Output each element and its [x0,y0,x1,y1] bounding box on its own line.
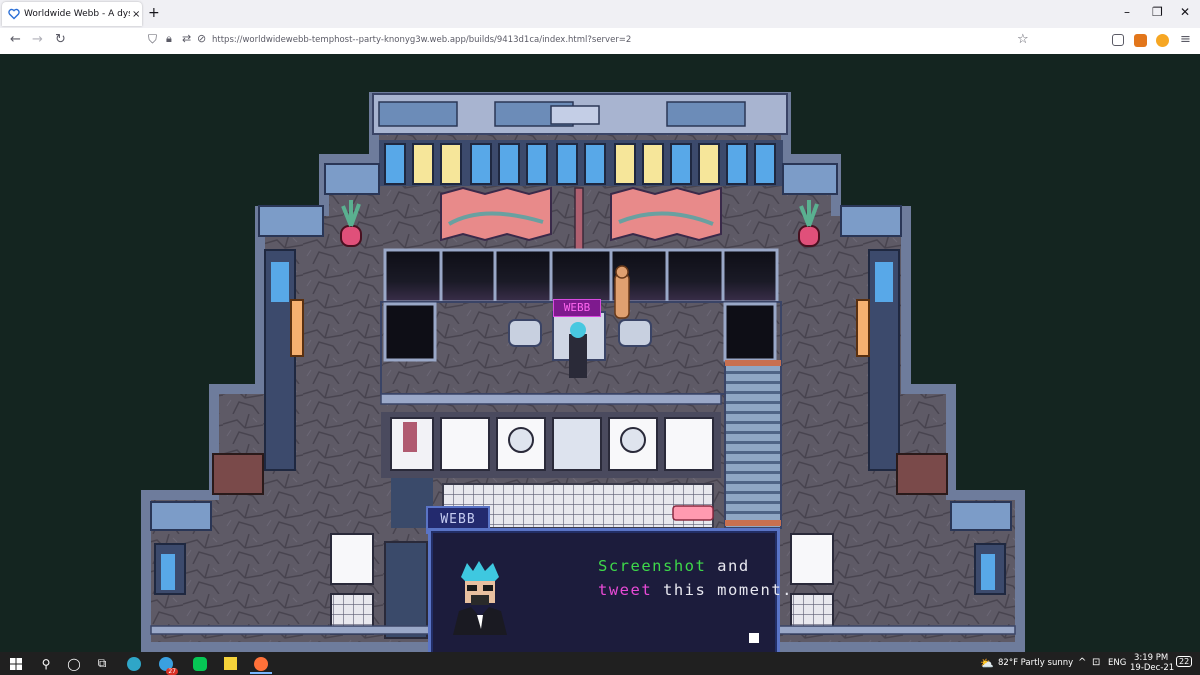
dialogue-line-2: tweet this moment. [533,563,793,617]
line-app-icon[interactable] [190,655,210,672]
weather-icon[interactable]: ⛅ [980,657,994,670]
close-window-icon[interactable]: ✕ [1180,5,1190,19]
clock-time[interactable]: 3:19 PM [1134,653,1168,663]
app-icon-with-badge[interactable]: 27 [156,655,178,675]
weather-text[interactable]: 82°F Partly sunny [998,658,1073,668]
dialogue-continue-icon[interactable] [749,633,759,643]
bookmark-star-icon[interactable]: ☆ [1017,32,1029,47]
permissions-icon[interactable]: ⇄ [182,32,191,45]
nav-bar: ← → ↻ ⛉ 🔒︎ ⇄ ⊘ https://worldwidewebb-tem… [0,28,1200,55]
metamask-icon[interactable] [1134,34,1147,47]
back-icon[interactable]: ← [10,32,21,47]
dialogue-box[interactable]: Screenshot and tweet this moment. [428,528,792,652]
taskbar: ⚲ ◯ ⧉ 27 ⛅ 82°F Partly sunny ^ ⊡ ENG 3:1… [0,652,1200,675]
tab-worldwide-webb[interactable]: Worldwide Webb - A dystopian × [2,2,142,26]
notifications-icon[interactable]: 22 [1176,656,1193,667]
extension-icon[interactable] [1156,34,1169,47]
search-icon[interactable]: ⚲ [36,655,56,672]
language-indicator[interactable]: ENG [1108,658,1126,668]
clock-date[interactable]: 19-Dec-21 [1130,663,1174,673]
minimize-icon[interactable]: – [1124,5,1130,19]
dialogue-word-tweet: tweet [598,581,653,599]
left-gutter [0,54,63,652]
forward-icon[interactable]: → [32,32,43,47]
game-canvas[interactable]: WEBB WEBB Screenshot and tweet this mome… [63,54,1137,652]
shield-icon[interactable]: ⛉ [148,32,157,47]
dialogue-word-this-moment: this moment. [652,581,793,599]
task-view-icon[interactable]: ⧉ [92,655,112,672]
edge-icon[interactable] [124,655,144,672]
right-gutter [1137,54,1200,652]
url-bar[interactable]: https://worldwidewebb-temphost--party-kn… [212,35,631,45]
cortana-icon[interactable]: ◯ [64,655,84,672]
webb-portrait [453,561,507,635]
tray-chevron-icon[interactable]: ^ [1078,657,1086,668]
pocket-icon[interactable] [1112,34,1124,46]
menu-icon[interactable]: ≡ [1180,32,1191,47]
new-tab-button[interactable]: + [148,5,160,21]
tab-title: Worldwide Webb - A dystopian [24,9,130,19]
player-name-tag: WEBB [553,299,601,317]
tab-bar: Worldwide Webb - A dystopian × + – ❐ ✕ [0,0,1200,28]
restore-icon[interactable]: ❐ [1152,5,1163,19]
windows-start-icon[interactable] [6,655,26,672]
tab-close-icon[interactable]: × [132,9,140,20]
reload-icon[interactable]: ↻ [55,32,66,47]
tracking-icon[interactable]: ⊘ [197,32,206,45]
sticky-notes-icon[interactable] [220,655,240,672]
lock-icon[interactable]: 🔒︎ [166,32,172,46]
heart-favicon-icon [8,8,20,20]
app-badge: 27 [166,668,178,675]
firefox-icon[interactable] [250,655,272,674]
network-icon[interactable]: ⊡ [1092,657,1100,668]
